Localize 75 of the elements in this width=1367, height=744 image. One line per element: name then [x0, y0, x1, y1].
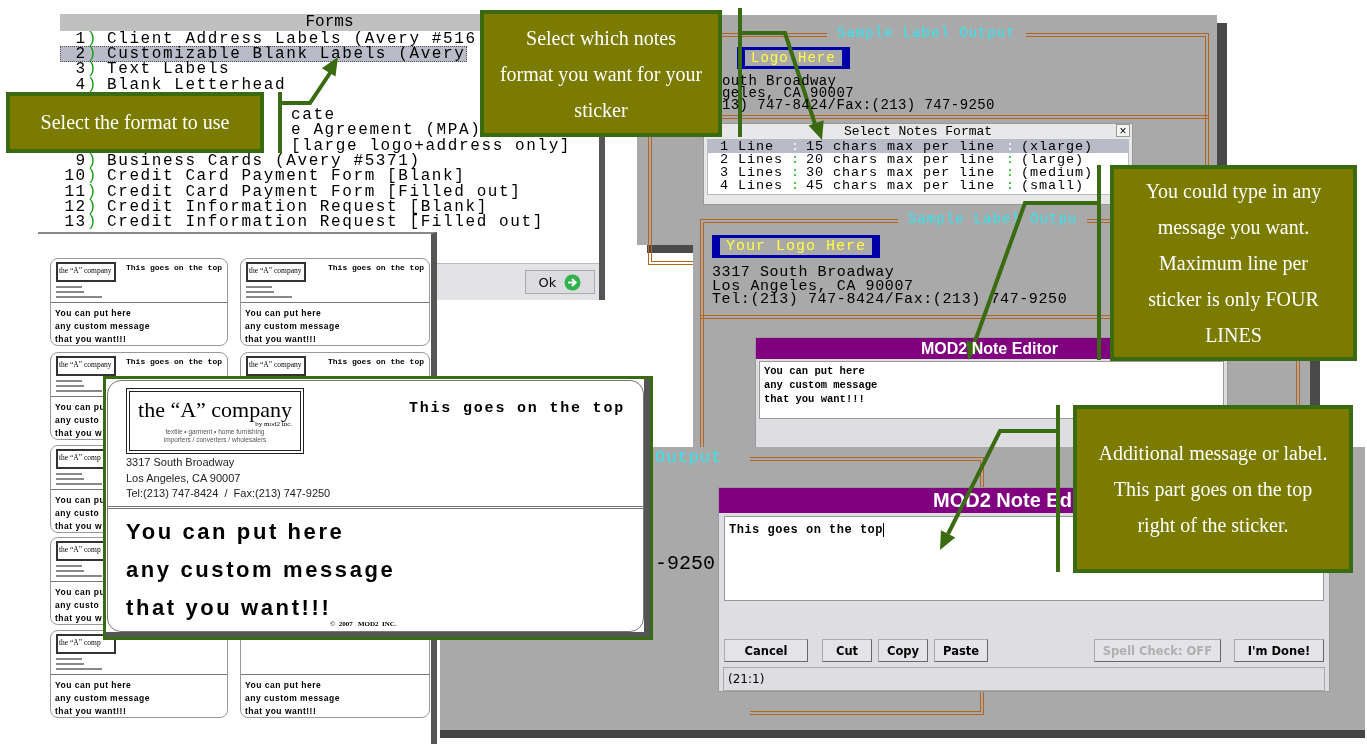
form-list-item[interactable]: 12) Credit Information Request [Blank]	[60, 199, 490, 215]
address-line: 3317 South Broadway	[126, 455, 236, 470]
ok-button[interactable]: Ok	[525, 270, 595, 294]
address-line: Los Angeles, CA 90007	[712, 279, 914, 293]
form-list-item[interactable]: 10) Credit Card Payment Form [Blank]	[60, 168, 468, 184]
frame-title: Output	[655, 448, 723, 467]
message-line: that you want!!!	[55, 705, 127, 718]
editor-button[interactable]: Cut	[822, 639, 872, 662]
message-line: You can put here	[245, 307, 322, 320]
message-line: that you want!!!	[245, 333, 317, 346]
form-list-item[interactable]: [large logo+address only]	[291, 138, 574, 154]
message-line: that you w	[55, 612, 103, 625]
format-option[interactable]: 4 Lines : 45 chars max per line : (small)	[708, 179, 1085, 192]
message-line: that you want!!!	[126, 593, 332, 621]
address-line: Tel:(213) 747-8424 / Fax:(213) 747-9250	[126, 486, 331, 501]
close-button[interactable]: ×	[1116, 124, 1130, 137]
message-line: any custom message	[245, 692, 340, 705]
message-line: that you w	[55, 427, 103, 440]
editor-button[interactable]: Paste	[934, 639, 989, 662]
frame-title: Sample Label Outpu	[898, 211, 1088, 227]
message-line: any custom message	[245, 320, 340, 333]
editor-button[interactable]: I'm Done!	[1234, 639, 1324, 662]
address-lines-drawing	[56, 285, 102, 299]
form-list-item[interactable]: 4) Blank Letterhead	[60, 76, 289, 93]
address-lines-drawing	[56, 564, 102, 578]
message-line: any custo	[55, 599, 100, 612]
dialog-title: Select Notes Format	[843, 124, 993, 139]
address-lines-drawing	[56, 657, 102, 671]
message-line: You can put here	[55, 679, 132, 692]
top-text: This goes on the top	[328, 263, 424, 272]
form-list-item[interactable]: 1) Client Address Labels (Avery #516	[60, 31, 479, 47]
message-line: any custom message	[126, 555, 396, 584]
address-line: Tel:(213) 747-8424/Fax:(213) 747-9250	[712, 293, 1068, 307]
callout-note: Select which notes format you want for your sticker	[480, 10, 722, 137]
address-line: -9250	[655, 552, 715, 575]
message-line: that you want!!!	[245, 705, 317, 718]
logo-field: Your Logo Here	[712, 235, 881, 258]
window-title: MOD2 Note Editor	[921, 340, 1058, 357]
message-line: any custom message	[55, 320, 150, 333]
form-list-item[interactable]: cate	[291, 107, 338, 123]
status-bar: (21:1)	[723, 667, 1325, 691]
message-line: You can put here	[126, 517, 345, 546]
format-option[interactable]: 1 Line : 15 chars max per line : (xlarge)	[708, 140, 1128, 153]
form-list-item[interactable]: 3) Text Labels	[60, 61, 233, 77]
form-list-item[interactable]: 9) Business Cards (Avery #5371)	[60, 153, 423, 169]
address-lines-drawing	[56, 379, 102, 393]
logo-field: Logo Here	[737, 47, 850, 69]
message-line: that you want!!!	[55, 333, 127, 346]
message-line: You can put here	[245, 679, 322, 692]
format-option[interactable]: 2 Lines : 20 chars max per line : (large)	[708, 153, 1085, 166]
message-line: that you w	[55, 520, 103, 533]
message-line: any custo	[55, 414, 100, 427]
callout-note: You could type in any message you want. Maximum line per sticker is only FOUR LINES	[1110, 165, 1357, 361]
editor-button[interactable]: Copy	[878, 639, 929, 662]
callout-note: Select the format to use	[6, 92, 264, 153]
message-line: any custom message	[55, 692, 150, 705]
editor-button[interactable]: Cancel	[724, 639, 808, 662]
frame-title: Sample Label Output	[827, 25, 1026, 41]
address-line: Los Angeles, CA 90007	[126, 470, 242, 486]
top-text: This goes on the top	[126, 263, 222, 272]
top-text: This goes on the top	[126, 357, 222, 366]
address-lines-drawing	[56, 472, 102, 486]
form-list-item[interactable]: 13) Credit Information Request [Filled out]	[60, 214, 546, 230]
message-line: You can put here	[55, 307, 132, 320]
top-text: This goes on the top	[408, 400, 625, 419]
callout-note: Additional message or label. This part goes on the top right of the sticker.	[1073, 405, 1353, 573]
note-text-area[interactable]: You can put here any custom message that you want!!!	[759, 361, 1224, 419]
address-line: 3317 South Broadway	[712, 266, 895, 280]
form-list-item[interactable]: 2) Customizable Blank Labels (Avery	[60, 46, 468, 62]
address-lines-drawing	[246, 285, 292, 299]
form-list-item[interactable]: 11) Credit Card Payment Form [Filled out]	[60, 183, 524, 200]
top-text: This goes on the top	[328, 357, 424, 366]
message-line: any custo	[55, 507, 100, 520]
format-option[interactable]: 3 Lines : 30 chars max per line : (medium)	[708, 166, 1094, 179]
arrow-right-icon	[564, 273, 582, 291]
